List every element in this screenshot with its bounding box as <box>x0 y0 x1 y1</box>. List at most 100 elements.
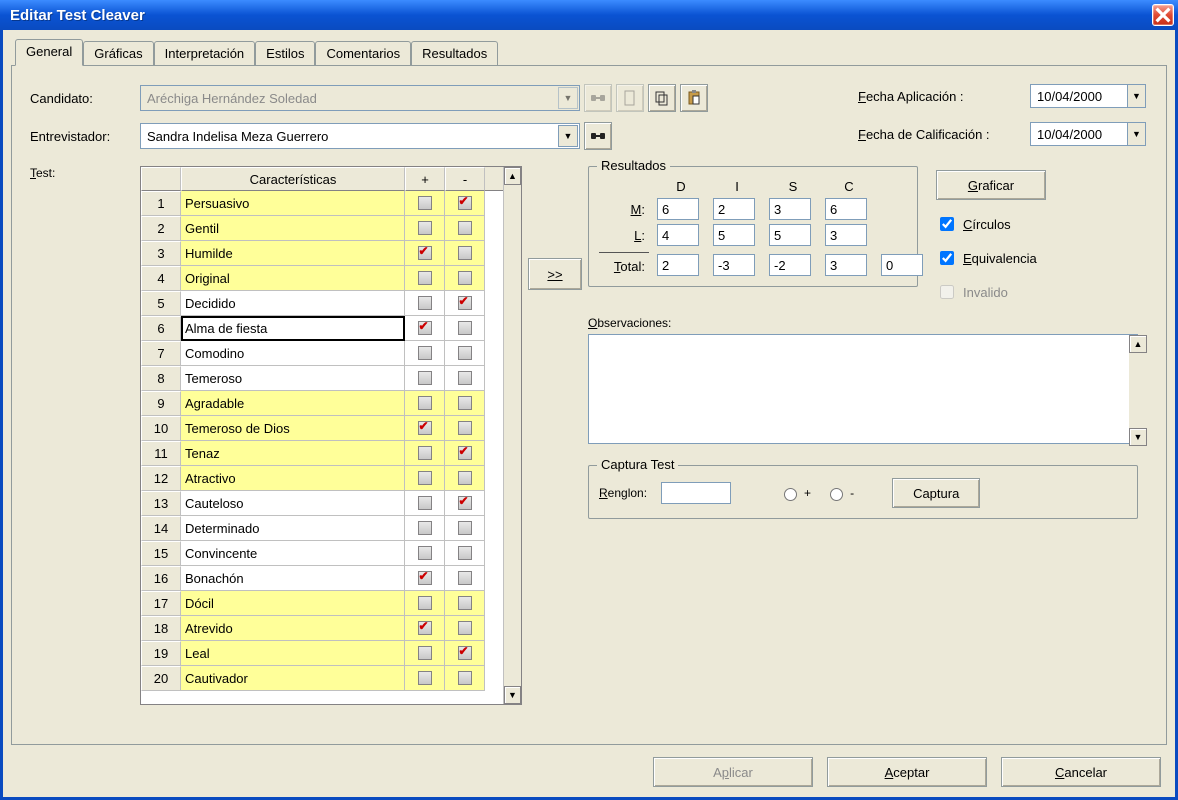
equivalencia-checkbox-input[interactable] <box>940 251 954 265</box>
row-plus-cell[interactable] <box>405 641 445 666</box>
row-plus-cell[interactable] <box>405 241 445 266</box>
row-text[interactable]: Leal <box>181 641 405 666</box>
table-row[interactable]: 2Gentil <box>141 216 521 241</box>
checkbox-icon[interactable] <box>458 471 472 485</box>
results-L-D[interactable] <box>657 224 699 246</box>
row-minus-cell[interactable] <box>445 241 485 266</box>
grid-header-caracteristicas[interactable]: Características <box>181 167 405 191</box>
checkbox-icon[interactable] <box>458 496 472 510</box>
row-text[interactable]: Persuasivo <box>181 191 405 216</box>
row-minus-cell[interactable] <box>445 341 485 366</box>
row-plus-cell[interactable] <box>405 566 445 591</box>
checkbox-icon[interactable] <box>418 246 432 260</box>
grid-header-plus[interactable]: + <box>405 167 445 191</box>
fecha-calificacion-input[interactable] <box>1031 123 1127 145</box>
row-minus-cell[interactable] <box>445 266 485 291</box>
row-text[interactable]: Dócil <box>181 591 405 616</box>
row-plus-cell[interactable] <box>405 266 445 291</box>
checkbox-icon[interactable] <box>458 196 472 210</box>
cancelar-button[interactable]: Cancelar <box>1001 757 1161 787</box>
checkbox-icon[interactable] <box>418 621 432 635</box>
grid-header-minus[interactable]: - <box>445 167 485 191</box>
scroll-track[interactable] <box>504 185 521 686</box>
row-plus-cell[interactable] <box>405 341 445 366</box>
row-plus-cell[interactable] <box>405 541 445 566</box>
fecha-aplicacion-input[interactable] <box>1031 85 1127 107</box>
row-plus-cell[interactable] <box>405 466 445 491</box>
table-row[interactable]: 5Decidido <box>141 291 521 316</box>
aceptar-button[interactable]: Aceptar <box>827 757 987 787</box>
row-minus-cell[interactable] <box>445 541 485 566</box>
tab-estilos[interactable]: Estilos <box>255 41 315 66</box>
table-row[interactable]: 3Humilde <box>141 241 521 266</box>
row-text[interactable]: Alma de fiesta <box>181 316 405 341</box>
table-row[interactable]: 11Tenaz <box>141 441 521 466</box>
table-row[interactable]: 20Cautivador <box>141 666 521 691</box>
checkbox-icon[interactable] <box>458 346 472 360</box>
row-text[interactable]: Bonachón <box>181 566 405 591</box>
row-minus-cell[interactable] <box>445 291 485 316</box>
circulos-checkbox-input[interactable] <box>940 217 954 231</box>
copy-button[interactable] <box>648 84 676 112</box>
tab-comentarios[interactable]: Comentarios <box>315 41 411 66</box>
fecha-aplicacion-field[interactable]: ▼ <box>1030 84 1146 108</box>
scroll-up-button[interactable]: ▲ <box>1129 335 1147 353</box>
tab-general[interactable]: General <box>15 39 83 66</box>
row-minus-cell[interactable] <box>445 466 485 491</box>
tab-resultados[interactable]: Resultados <box>411 41 498 66</box>
captura-button[interactable]: Captura <box>892 478 980 508</box>
entrevistador-input[interactable] <box>141 129 557 144</box>
transfer-button[interactable]: >> <box>528 258 582 290</box>
checkbox-icon[interactable] <box>458 246 472 260</box>
row-minus-cell[interactable] <box>445 566 485 591</box>
checkbox-icon[interactable] <box>418 521 432 535</box>
captura-minus-radio-input[interactable] <box>830 488 843 501</box>
table-row[interactable]: 4Original <box>141 266 521 291</box>
row-text[interactable]: Atrevido <box>181 616 405 641</box>
row-minus-cell[interactable] <box>445 191 485 216</box>
checkbox-icon[interactable] <box>458 571 472 585</box>
row-plus-cell[interactable] <box>405 216 445 241</box>
row-text[interactable]: Convincente <box>181 541 405 566</box>
checkbox-icon[interactable] <box>418 371 432 385</box>
row-plus-cell[interactable] <box>405 291 445 316</box>
entrevistador-dropdown-button[interactable]: ▼ <box>558 125 578 147</box>
checkbox-icon[interactable] <box>418 596 432 610</box>
checkbox-icon[interactable] <box>418 221 432 235</box>
checkbox-icon[interactable] <box>458 271 472 285</box>
row-minus-cell[interactable] <box>445 516 485 541</box>
row-text[interactable]: Gentil <box>181 216 405 241</box>
checkbox-icon[interactable] <box>458 296 472 310</box>
checkbox-icon[interactable] <box>458 421 472 435</box>
table-row[interactable]: 6Alma de fiesta <box>141 316 521 341</box>
checkbox-icon[interactable] <box>418 446 432 460</box>
row-text[interactable]: Agradable <box>181 391 405 416</box>
checkbox-icon[interactable] <box>458 646 472 660</box>
row-plus-cell[interactable] <box>405 391 445 416</box>
row-text[interactable]: Atractivo <box>181 466 405 491</box>
row-plus-cell[interactable] <box>405 416 445 441</box>
results-T-C[interactable] <box>825 254 867 276</box>
row-minus-cell[interactable] <box>445 366 485 391</box>
row-text[interactable]: Cauteloso <box>181 491 405 516</box>
observaciones-textarea[interactable] <box>588 334 1138 444</box>
circulos-checkbox[interactable]: Círculos <box>936 214 1046 234</box>
row-minus-cell[interactable] <box>445 416 485 441</box>
checkbox-icon[interactable] <box>418 671 432 685</box>
row-minus-cell[interactable] <box>445 491 485 516</box>
table-row[interactable]: 12Atractivo <box>141 466 521 491</box>
checkbox-icon[interactable] <box>418 396 432 410</box>
table-row[interactable]: 14Determinado <box>141 516 521 541</box>
entrevistador-combo[interactable]: ▼ <box>140 123 580 149</box>
row-plus-cell[interactable] <box>405 491 445 516</box>
row-text[interactable]: Temeroso de Dios <box>181 416 405 441</box>
paste-button[interactable] <box>680 84 708 112</box>
checkbox-icon[interactable] <box>418 421 432 435</box>
results-M-D[interactable] <box>657 198 699 220</box>
row-plus-cell[interactable] <box>405 516 445 541</box>
checkbox-icon[interactable] <box>418 496 432 510</box>
checkbox-icon[interactable] <box>458 596 472 610</box>
grid-scrollbar[interactable]: ▲ ▼ <box>503 167 521 704</box>
table-row[interactable]: 17Dócil <box>141 591 521 616</box>
checkbox-icon[interactable] <box>458 446 472 460</box>
